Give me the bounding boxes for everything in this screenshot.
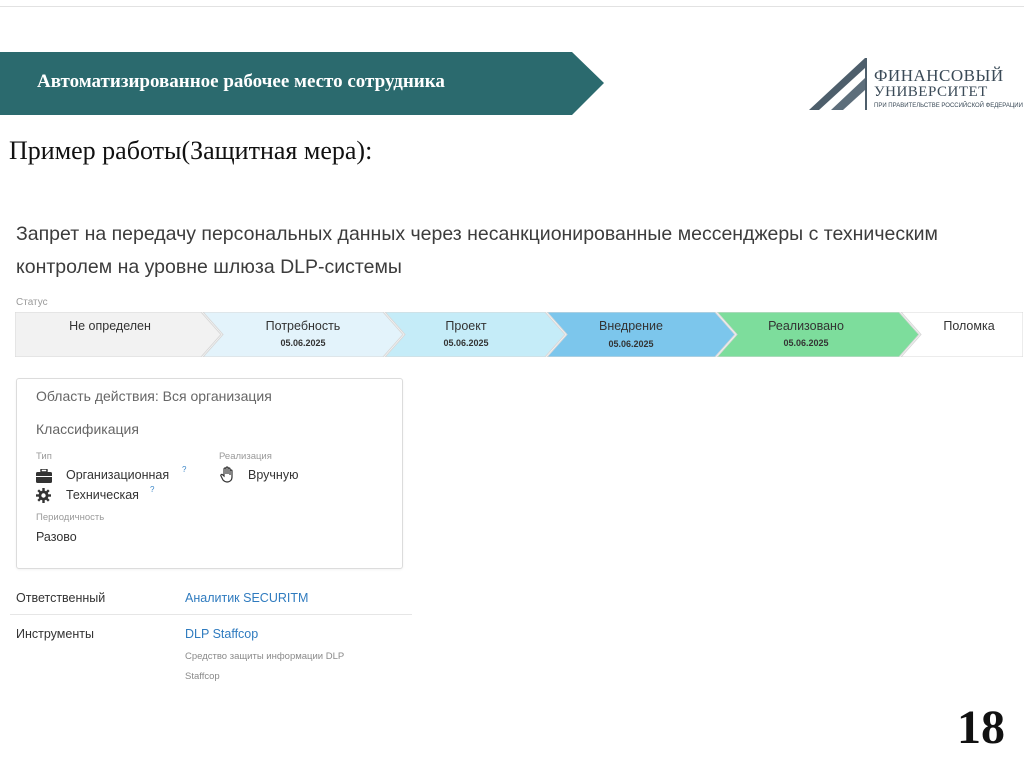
type-label: Тип <box>36 451 52 462</box>
status-pipeline: Не определен Потребность 05.06.2025 Прое… <box>15 312 1023 357</box>
row-divider <box>10 614 412 615</box>
tools-label: Инструменты <box>16 627 94 641</box>
status-step-date: 05.06.2025 <box>443 338 489 348</box>
help-technical[interactable]: ? <box>150 485 154 494</box>
type-organizational: Организационная <box>66 468 170 482</box>
slide-heading: Пример работы(Защитная мера): <box>9 136 373 165</box>
hand-icon <box>220 466 233 483</box>
status-step-project[interactable]: Проект 05.06.2025 <box>397 312 535 357</box>
tool-link[interactable]: DLP Staffcop <box>185 627 258 641</box>
status-step-name: Проект <box>445 319 487 333</box>
implementation-label: Реализация <box>219 451 272 462</box>
status-step-implementation[interactable]: Внедрение 05.06.2025 <box>563 312 699 357</box>
top-rule <box>0 6 1024 7</box>
gear-icon <box>36 488 51 503</box>
header-title: Автоматизированное рабочее место сотрудн… <box>37 71 445 92</box>
status-step-date: 05.06.2025 <box>783 338 829 348</box>
classification-title: Классификация <box>36 421 139 437</box>
briefcase-icon <box>36 469 52 483</box>
tool-description-line1: Средство защиты информации DLP <box>185 651 345 662</box>
status-step-name: Потребность <box>265 319 341 333</box>
type-technical: Техническая <box>66 488 139 502</box>
help-organizational[interactable]: ? <box>182 465 186 474</box>
status-step-name: Реализовано <box>768 319 844 333</box>
implementation-value: Вручную <box>248 468 299 482</box>
status-step-implemented[interactable]: Реализовано 05.06.2025 <box>727 312 885 357</box>
status-step-name: Не определен <box>69 319 151 333</box>
tool-description-line2: Staffcop <box>185 671 220 682</box>
periodicity-value: Разово <box>36 530 77 544</box>
status-step-date: 05.06.2025 <box>608 339 654 349</box>
measure-title: Запрет на передачу персональных данных ч… <box>16 223 938 278</box>
responsible-label: Ответственный <box>16 591 106 605</box>
periodicity-label: Периодичность <box>36 512 105 523</box>
logo-line1: ФИНАНСОВЫЙ <box>874 66 1004 85</box>
status-step-name: Поломка <box>943 319 995 333</box>
status-label: Статус <box>16 297 48 308</box>
logo-emblem-icon <box>809 58 867 110</box>
status-step-not-defined[interactable]: Не определен <box>15 312 205 357</box>
logo-subtitle: ПРИ ПРАВИТЕЛЬСТВЕ РОССИЙСКОЙ ФЕДЕРАЦИИ <box>874 103 1023 109</box>
status-step-name: Внедрение <box>599 319 663 333</box>
status-step-failure[interactable]: Поломка <box>915 312 1023 357</box>
status-step-need[interactable]: Потребность 05.06.2025 <box>215 312 391 357</box>
status-step-date: 05.06.2025 <box>280 338 326 348</box>
responsible-link[interactable]: Аналитик SECURITM <box>185 591 308 605</box>
logo-line2: УНИВЕРСИТЕТ <box>874 84 988 100</box>
scope-text: Область действия: Вся организация <box>36 388 272 404</box>
page-number: 18 <box>957 701 1005 754</box>
